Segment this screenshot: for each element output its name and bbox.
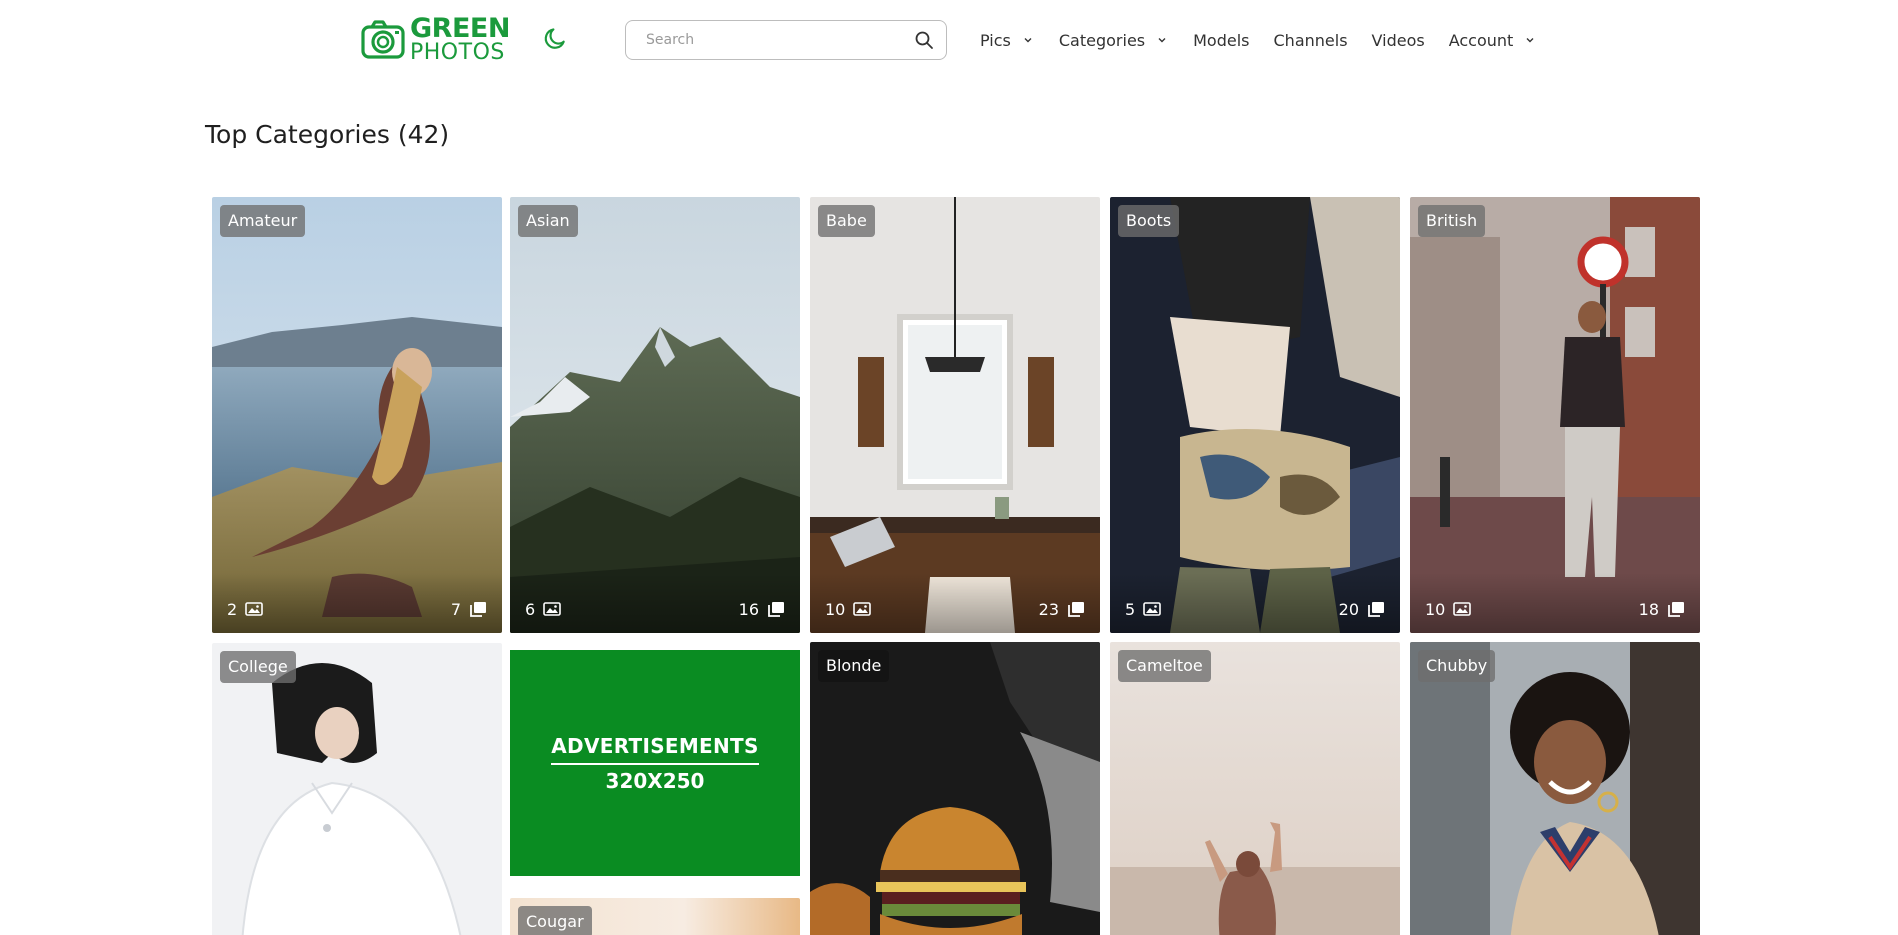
category-card-babe[interactable]: Babe 10 23 bbox=[810, 197, 1100, 633]
category-name: College bbox=[220, 651, 296, 683]
nav-categories-dropdown[interactable]: Categories bbox=[1059, 31, 1167, 50]
logo-text-green: GREEN bbox=[410, 12, 510, 44]
category-thumbnail bbox=[1110, 197, 1400, 633]
nav-account-dropdown[interactable]: Account bbox=[1449, 31, 1536, 50]
page-title: Top Categories (42) bbox=[205, 120, 450, 149]
gallery-icon bbox=[1068, 602, 1084, 617]
gallery-count: 23 bbox=[1039, 600, 1085, 619]
logo-text-photos: PHOTOS bbox=[410, 39, 505, 65]
nav-videos-link[interactable]: Videos bbox=[1372, 31, 1425, 50]
gallery-icon bbox=[470, 602, 486, 617]
category-thumbnail bbox=[1410, 197, 1700, 633]
gallery-count-value: 20 bbox=[1338, 599, 1359, 619]
nav-channels-link[interactable]: Channels bbox=[1274, 31, 1348, 50]
logo-wordmark: GREEN PHOTOS bbox=[410, 15, 510, 64]
category-stats: 6 16 bbox=[525, 599, 785, 619]
category-card-amateur[interactable]: Amateur 2 7 bbox=[212, 197, 502, 633]
moon-icon[interactable] bbox=[542, 26, 568, 52]
category-card-british[interactable]: British 10 18 bbox=[1410, 197, 1700, 633]
nav-pics-label: Pics bbox=[980, 30, 1011, 50]
nav-account-label: Account bbox=[1448, 30, 1514, 50]
category-name: Cougar bbox=[518, 906, 592, 935]
category-name: Boots bbox=[1118, 205, 1180, 237]
ad-title: ADVERTISEMENTS bbox=[551, 734, 759, 765]
site-logo[interactable]: GREEN PHOTOS bbox=[360, 15, 510, 64]
nav-channels-label: Channels bbox=[1273, 30, 1348, 50]
photo-count-value: 6 bbox=[525, 599, 536, 619]
category-card-cougar[interactable]: Cougar bbox=[510, 898, 800, 935]
category-stats: 10 23 bbox=[825, 599, 1085, 619]
category-card-college[interactable]: College bbox=[212, 643, 502, 935]
image-icon bbox=[1453, 602, 1472, 616]
nav-models-link[interactable]: Models bbox=[1193, 31, 1249, 50]
nav-pics-dropdown[interactable]: Pics bbox=[980, 31, 1033, 50]
site-header: GREEN PHOTOS Pics Categories Models Chan… bbox=[0, 0, 1898, 80]
chevron-down-icon bbox=[1024, 38, 1032, 43]
main-nav: Pics Categories Models Channels Videos A… bbox=[980, 28, 1535, 52]
category-thumbnail bbox=[510, 197, 800, 633]
category-thumbnail bbox=[810, 197, 1100, 633]
category-name: Amateur bbox=[220, 205, 306, 237]
photo-count: 10 bbox=[825, 599, 872, 619]
category-name: Blonde bbox=[818, 650, 890, 682]
gallery-count: 7 bbox=[451, 600, 487, 619]
gallery-count: 20 bbox=[1339, 600, 1385, 619]
category-stats: 5 20 bbox=[1125, 599, 1385, 619]
nav-categories-label: Categories bbox=[1058, 30, 1146, 50]
photo-count-value: 10 bbox=[1425, 599, 1446, 619]
category-name: British bbox=[1418, 205, 1486, 237]
gallery-count: 18 bbox=[1639, 600, 1685, 619]
ad-size: 320X250 bbox=[605, 768, 705, 793]
gallery-icon bbox=[768, 602, 784, 617]
category-card-cameltoe[interactable]: Cameltoe bbox=[1110, 642, 1400, 935]
category-thumbnail bbox=[810, 642, 1100, 935]
photo-count: 5 bbox=[1125, 600, 1161, 619]
search-icon[interactable] bbox=[914, 30, 934, 50]
image-icon bbox=[853, 602, 872, 616]
chevron-down-icon bbox=[1526, 38, 1534, 43]
category-thumbnail bbox=[1110, 642, 1400, 935]
category-card-blonde[interactable]: Blonde bbox=[810, 642, 1100, 935]
gallery-icon bbox=[1668, 602, 1684, 617]
photo-count-value: 2 bbox=[227, 599, 238, 619]
photo-count-value: 10 bbox=[825, 599, 846, 619]
photo-count: 6 bbox=[525, 600, 561, 619]
advertisement-banner[interactable]: ADVERTISEMENTS 320X250 bbox=[510, 650, 800, 876]
image-icon bbox=[245, 602, 263, 616]
gallery-count-value: 16 bbox=[738, 599, 759, 619]
category-thumbnail bbox=[212, 643, 502, 935]
gallery-icon bbox=[1368, 602, 1384, 617]
category-card-boots[interactable]: Boots 5 20 bbox=[1110, 197, 1400, 633]
chevron-down-icon bbox=[1158, 38, 1166, 43]
category-name: Cameltoe bbox=[1118, 650, 1211, 682]
gallery-count-value: 18 bbox=[1638, 599, 1659, 619]
category-card-chubby[interactable]: Chubby bbox=[1410, 642, 1700, 935]
search-box bbox=[625, 20, 947, 60]
image-icon bbox=[1143, 602, 1161, 616]
category-name: Babe bbox=[818, 205, 875, 237]
image-icon bbox=[543, 602, 561, 616]
gallery-count: 16 bbox=[739, 600, 785, 619]
nav-models-label: Models bbox=[1193, 30, 1250, 50]
category-thumbnail bbox=[1410, 642, 1700, 935]
photo-count: 10 bbox=[1425, 599, 1472, 619]
photo-count: 2 bbox=[227, 600, 263, 619]
search-input[interactable] bbox=[646, 25, 906, 55]
gallery-count-value: 23 bbox=[1038, 599, 1059, 619]
category-name: Chubby bbox=[1418, 650, 1496, 682]
photo-count-value: 5 bbox=[1125, 599, 1136, 619]
camera-logo-icon bbox=[361, 20, 405, 59]
gallery-count-value: 7 bbox=[450, 599, 461, 619]
category-thumbnail bbox=[212, 197, 502, 633]
nav-videos-label: Videos bbox=[1371, 30, 1425, 50]
category-stats: 2 7 bbox=[227, 599, 487, 619]
category-stats: 10 18 bbox=[1425, 599, 1685, 619]
category-name: Asian bbox=[518, 205, 578, 237]
category-card-asian[interactable]: Asian 6 16 bbox=[510, 197, 800, 633]
